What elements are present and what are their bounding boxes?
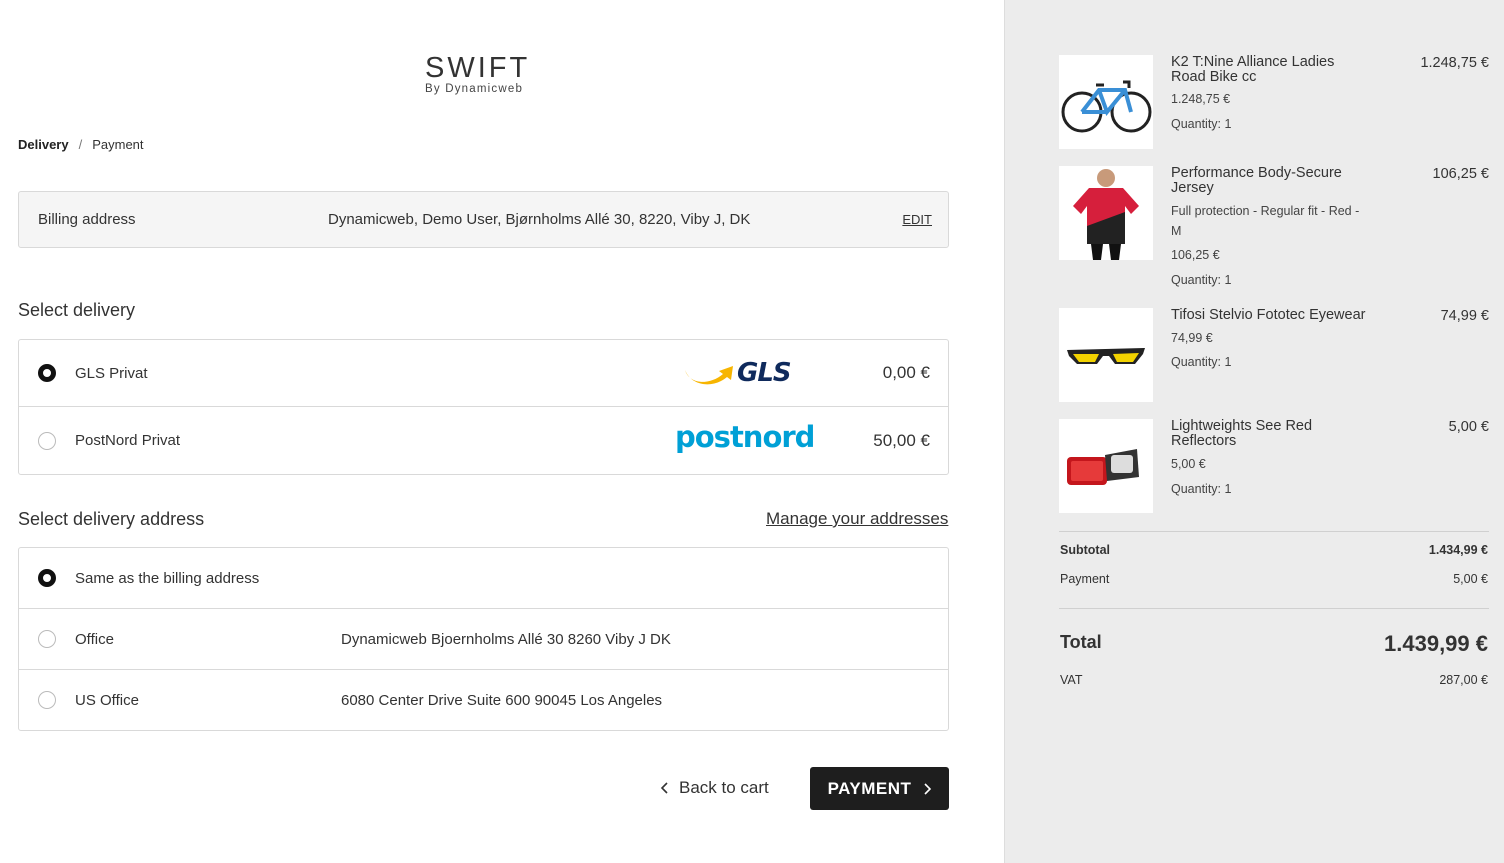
back-to-cart-link[interactable]: Back to cart [660, 778, 769, 798]
address-option-us-office[interactable]: US Office 6080 Center Drive Suite 600 90… [19, 670, 948, 730]
address-options: Same as the billing address Office Dynam… [18, 547, 949, 731]
payment-fee-label: Payment [1060, 572, 1110, 586]
cart-item: Tifosi Stelvio Fototec Eyewear 74,99 € 7… [1059, 308, 1489, 403]
office-radio[interactable] [38, 630, 56, 648]
payment-button[interactable]: PAYMENT [810, 767, 949, 810]
cart-item-name[interactable]: Lightweights See Red Reflectors [1171, 419, 1371, 449]
cart-item-quantity: Quantity: 1 [1171, 117, 1232, 131]
gls-logo-text: GLS [737, 358, 792, 388]
billing-address-value: Dynamicweb, Demo User, Bjørnholms Allé 3… [328, 211, 751, 228]
summary-divider [1059, 531, 1489, 532]
address-option-office[interactable]: Office Dynamicweb Bjoernholms Allé 30 82… [19, 609, 948, 670]
cart-item-price: 1.248,75 € [1420, 55, 1489, 71]
cart-item-unit-price: 5,00 € [1171, 457, 1206, 471]
summary-divider [1059, 608, 1489, 609]
total-value: 1.439,99 € [1384, 631, 1488, 656]
chevron-right-icon [924, 782, 932, 795]
us-office-radio[interactable] [38, 691, 56, 709]
cart-item-price: 74,99 € [1440, 308, 1489, 324]
payment-button-label: PAYMENT [827, 778, 912, 798]
cart-item-price: 106,25 € [1432, 166, 1489, 182]
office-label: Office [75, 630, 114, 648]
total-label: Total [1060, 632, 1102, 652]
cart-item: Performance Body-Secure Jersey 106,25 € … [1059, 166, 1489, 296]
billing-edit-link[interactable]: EDIT [902, 212, 932, 227]
us-office-address: 6080 Center Drive Suite 600 90045 Los An… [341, 691, 663, 709]
order-summary: K2 T:Nine Alliance Ladies Road Bike cc 1… [1004, 0, 1504, 863]
breadcrumb-separator: / [78, 137, 83, 152]
cart-item-unit-price: 106,25 € [1171, 248, 1220, 262]
cart-item-quantity: Quantity: 1 [1171, 355, 1232, 369]
postnord-price: 50,00 € [873, 430, 930, 450]
checkout-main: SWIFT By Dynamicweb Delivery / Payment B… [0, 0, 1004, 863]
cart-item-price: 5,00 € [1448, 419, 1489, 435]
address-option-billing[interactable]: Same as the billing address [19, 548, 948, 609]
billing-address-label: Billing address [38, 211, 136, 228]
chevron-left-icon [660, 782, 668, 794]
postnord-logo-icon: postnord [675, 420, 815, 454]
postnord-option-name: PostNord Privat [75, 432, 181, 449]
cart-item-quantity: Quantity: 1 [1171, 482, 1232, 496]
subtotal-value: 1.434,99 € [1428, 543, 1488, 557]
gls-option-name: GLS Privat [75, 364, 148, 382]
delivery-option-postnord[interactable]: PostNord Privat postnord 50,00 € [19, 407, 948, 474]
subtotal-label: Subtotal [1060, 543, 1110, 557]
payment-fee-value: 5,00 € [1453, 572, 1488, 586]
bike-image[interactable] [1059, 55, 1153, 149]
office-address: Dynamicweb Bjoernholms Allé 30 8260 Viby… [341, 630, 671, 648]
delivery-options: GLS Privat GLS 0,00 € PostNord Privat po… [18, 339, 949, 475]
logo-sub-text: By Dynamicweb [425, 83, 524, 95]
cart-item-unit-price: 1.248,75 € [1171, 92, 1231, 106]
select-delivery-title: Select delivery [18, 300, 136, 320]
same-billing-radio[interactable] [38, 569, 56, 587]
vat-label: VAT [1060, 673, 1083, 687]
cart-item: Lightweights See Red Reflectors 5,00 € 5… [1059, 419, 1489, 514]
delivery-option-gls[interactable]: GLS Privat GLS 0,00 € [19, 340, 948, 407]
manage-addresses-link[interactable]: Manage your addresses [766, 509, 948, 529]
vat-value: 287,00 € [1439, 673, 1488, 687]
breadcrumb-delivery[interactable]: Delivery [18, 137, 69, 152]
swift-logo[interactable]: SWIFT By Dynamicweb [425, 52, 545, 95]
gls-price: 0,00 € [882, 363, 930, 382]
breadcrumb-payment[interactable]: Payment [92, 137, 143, 152]
jersey-image[interactable] [1059, 166, 1153, 260]
cart-item-variant: Full protection - Regular fit - Red - M [1171, 204, 1360, 238]
logo-main-text: SWIFT [425, 52, 531, 84]
select-address-title: Select delivery address [18, 509, 205, 529]
gls-radio[interactable] [38, 364, 56, 382]
us-office-label: US Office [75, 691, 139, 709]
reflector-image[interactable] [1059, 419, 1153, 513]
cart-item-name[interactable]: K2 T:Nine Alliance Ladies Road Bike cc [1171, 55, 1371, 85]
cart-item-name[interactable]: Tifosi Stelvio Fototec Eyewear [1171, 308, 1391, 323]
billing-address-box: Billing address Dynamicweb, Demo User, B… [18, 191, 949, 248]
breadcrumb: Delivery / Payment [18, 137, 144, 152]
cart-item: K2 T:Nine Alliance Ladies Road Bike cc 1… [1059, 55, 1489, 150]
same-billing-label: Same as the billing address [75, 569, 260, 587]
cart-item-quantity: Quantity: 1 [1171, 273, 1232, 287]
cart-item-unit-price: 74,99 € [1171, 331, 1213, 345]
postnord-radio[interactable] [38, 431, 56, 450]
back-to-cart-label: Back to cart [679, 778, 769, 797]
eyewear-image[interactable] [1059, 308, 1153, 402]
cart-item-name[interactable]: Performance Body-Secure Jersey [1171, 166, 1371, 196]
